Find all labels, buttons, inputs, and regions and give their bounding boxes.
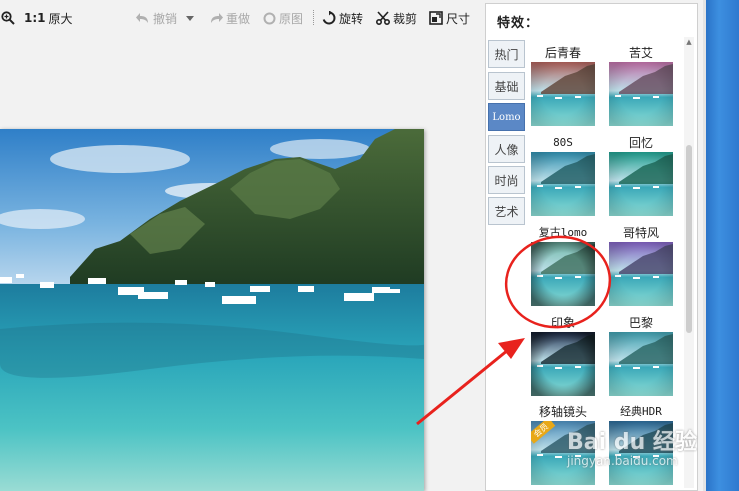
- effect-item[interactable]: 80S: [530, 136, 596, 216]
- effect-label: 后青春: [544, 46, 581, 60]
- effect-thumbnail: [531, 332, 595, 396]
- thumbnail-scene: [609, 62, 673, 126]
- effect-thumbnail: [531, 62, 595, 126]
- effect-item[interactable]: 回忆: [608, 136, 674, 216]
- scroll-thumb[interactable]: [686, 145, 692, 333]
- undo-button[interactable]: 撤销: [136, 9, 177, 27]
- circle-icon: [263, 12, 276, 24]
- zoom-in-button[interactable]: [1, 9, 15, 27]
- tab-fashion[interactable]: 时尚: [488, 166, 525, 194]
- effect-item[interactable]: 后青春: [530, 46, 596, 126]
- chevron-down-icon: [186, 16, 194, 21]
- original-image-button[interactable]: 原图: [263, 9, 303, 27]
- effect-label: 复古lomo: [538, 226, 588, 239]
- tab-lomo[interactable]: Lomo: [488, 103, 525, 131]
- effect-label: 移轴镜头: [538, 405, 587, 419]
- effect-label: 80S: [553, 136, 573, 149]
- effect-thumbnail: [609, 242, 673, 306]
- effect-label: 苦艾: [628, 46, 653, 60]
- effect-label: 哥特风: [622, 226, 659, 240]
- effect-label: 印象: [550, 316, 575, 330]
- scroll-up-arrow-icon[interactable]: ▲: [684, 37, 694, 47]
- toolbar-divider: [313, 10, 314, 25]
- thumbnail-scene: [609, 421, 673, 485]
- effect-thumbnail: [609, 152, 673, 216]
- effect-thumbnail: [609, 62, 673, 126]
- effect-thumbnail: [531, 242, 595, 306]
- effect-label: 回忆: [628, 136, 653, 150]
- original-image-label: 原图: [279, 11, 304, 26]
- effects-scrollbar[interactable]: ▲: [684, 37, 694, 488]
- effect-thumbnail: [609, 332, 673, 396]
- redo-icon: [211, 12, 223, 23]
- effect-item[interactable]: 巴黎: [608, 316, 674, 396]
- tab-art[interactable]: 艺术: [488, 197, 525, 225]
- thumbnail-scene: [531, 152, 595, 216]
- effect-item[interactable]: 哥特风: [608, 226, 674, 306]
- tab-basic[interactable]: 基础: [488, 72, 525, 100]
- effect-item[interactable]: 苦艾: [608, 46, 674, 126]
- rotate-label: 旋转: [339, 11, 364, 26]
- undo-label: 撤销: [153, 11, 178, 26]
- rotate-icon: [322, 11, 336, 25]
- resize-icon: [429, 11, 443, 25]
- thumbnail-scene: [531, 332, 595, 396]
- effect-thumbnail: [531, 152, 595, 216]
- panel-title: 特效：: [497, 16, 540, 31]
- effect-label: 经典HDR: [620, 405, 662, 418]
- effect-item[interactable]: 复古lomo: [530, 226, 596, 306]
- edited-photo: [0, 129, 424, 491]
- thumbnail-scene: [531, 62, 595, 126]
- undo-icon: [136, 12, 148, 23]
- thumbnail-scene: [609, 152, 673, 216]
- image-canvas[interactable]: [0, 36, 478, 491]
- toolbar: 1:1 原大 撤销 重做 原图 旋转 裁剪 尺寸: [0, 0, 478, 36]
- original-size-label: 原大: [48, 11, 73, 26]
- effect-item[interactable]: 经典HDR: [608, 405, 674, 485]
- thumbnail-scene: [531, 242, 595, 306]
- thumbnail-scene: [609, 332, 673, 396]
- effect-thumbnail: [609, 421, 673, 485]
- redo-label: 重做: [226, 11, 251, 26]
- desktop-background: [706, 0, 739, 491]
- original-size-button[interactable]: 1:1 原大: [24, 9, 73, 27]
- effect-item[interactable]: 印象: [530, 316, 596, 396]
- crop-button[interactable]: 裁剪: [376, 9, 417, 27]
- zoom-in-icon: [1, 11, 15, 25]
- resize-button[interactable]: 尺寸: [429, 9, 470, 27]
- effects-panel: 特效： 热门 基础 Lomo 人像 时尚 艺术 后青春 苦艾 80S 回忆 复古…: [485, 3, 698, 491]
- redo-button[interactable]: 重做: [209, 9, 250, 27]
- scissors-icon: [376, 11, 390, 25]
- size-label: 尺寸: [446, 11, 471, 26]
- effect-thumbnail: 会员: [531, 421, 595, 485]
- rotate-button[interactable]: 旋转: [322, 9, 363, 27]
- effect-item[interactable]: 移轴镜头 会员: [530, 405, 596, 485]
- undo-history-dropdown[interactable]: [185, 9, 195, 27]
- effect-label: 巴黎: [628, 316, 653, 330]
- thumbnail-scene: [609, 242, 673, 306]
- crop-label: 裁剪: [393, 11, 418, 26]
- tab-hot[interactable]: 热门: [488, 40, 525, 68]
- zoom-ratio-label: 1:1: [24, 11, 46, 25]
- tab-portrait[interactable]: 人像: [488, 135, 525, 163]
- beach-photo: [0, 129, 424, 491]
